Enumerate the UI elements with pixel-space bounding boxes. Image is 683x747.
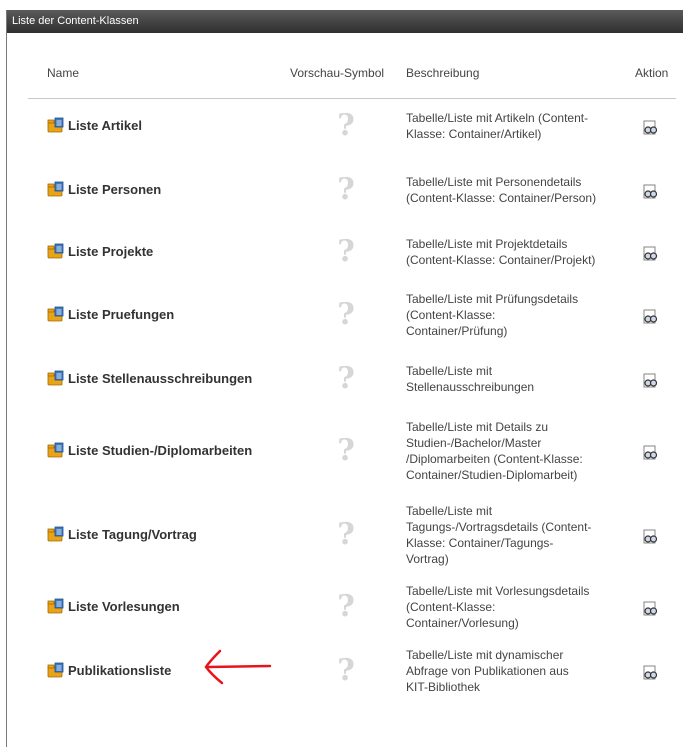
description-line: Abfrage von Publikationen aus <box>406 664 569 678</box>
content-class-description: Tabelle/Liste mit dynamischer Abfrage von… <box>406 647 638 695</box>
description-line: Tabelle/Liste mit dynamischer <box>406 648 564 662</box>
content-class-name-label: Liste Stellenausschreibungen <box>68 370 253 386</box>
content-class-name-label: Publikationsliste <box>68 662 172 678</box>
description-line: Container/Vorlesung) <box>406 616 519 630</box>
content-class-name-label: Liste Vorlesungen <box>68 598 180 614</box>
view-action-icon[interactable] <box>642 529 658 545</box>
preview-symbol-placeholder: ? <box>337 653 355 688</box>
description-line: Tabelle/Liste mit Personendetails <box>406 175 582 189</box>
description-line: (Content-Klasse: Container/Person) <box>406 191 597 205</box>
folder-list-icon <box>47 243 64 259</box>
description-line: Klasse: Container/Artikel) <box>406 127 542 141</box>
description-line: Tabelle/Liste mit Details zu <box>406 420 549 434</box>
preview-symbol-placeholder: ? <box>337 589 355 624</box>
description-line: Tabelle/Liste mit Prüfungsdetails <box>406 292 579 306</box>
content-class-name-label: Liste Studien-/Diplomarbeiten <box>68 442 253 458</box>
content-class-name-label: Liste Projekte <box>68 243 154 259</box>
folder-list-icon <box>47 117 64 133</box>
content-class-description: Tabelle/Liste mit Prüfungsdetails (Conten… <box>406 291 638 339</box>
content-class-name-label: Liste Personen <box>68 181 162 197</box>
description-line: Vortrag) <box>406 552 449 566</box>
preview-symbol-placeholder: ? <box>337 433 355 468</box>
preview-symbol-placeholder: ? <box>337 172 355 207</box>
description-line: Tabelle/Liste mit Artikeln (Content- <box>406 111 589 125</box>
content-class-name-label: Liste Artikel <box>68 117 142 133</box>
column-header-preview: Vorschau-Symbol <box>290 66 385 80</box>
preview-symbol-placeholder: ? <box>337 517 355 552</box>
preview-symbol-placeholder: ? <box>337 297 355 332</box>
red-arrow-annotation <box>204 649 272 685</box>
folder-list-icon <box>47 598 64 614</box>
content-class-name[interactable]: Liste Projekte <box>47 243 153 259</box>
content-class-description: Tabelle/Liste mit Tagungs-/Vortragsdetail… <box>406 503 638 567</box>
content-class-name-label: Liste Pruefungen <box>68 306 175 322</box>
content-class-name[interactable]: Publikationsliste <box>47 662 171 678</box>
content-class-name[interactable]: Liste Stellenausschreibungen <box>47 370 252 386</box>
description-line: Studien-/Bachelor/Master <box>406 436 542 450</box>
folder-list-icon <box>47 526 64 542</box>
content-class-name[interactable]: Liste Pruefungen <box>47 306 174 322</box>
content-class-description: Tabelle/Liste mit Vorlesungsdetails (Cont… <box>406 583 638 631</box>
description-line: (Content-Klasse: <box>406 600 496 614</box>
content-class-panel: Liste der Content-Klassen Name Vorschau-… <box>6 10 683 747</box>
content-class-description: Tabelle/Liste mit Stellenausschreibungen <box>406 363 638 395</box>
description-line: Tagungs-/Vortragsdetails (Content- <box>406 520 592 534</box>
view-action-icon[interactable] <box>642 445 658 461</box>
column-header-action: Aktion <box>635 66 669 80</box>
view-action-icon[interactable] <box>642 373 658 389</box>
description-line: Tabelle/Liste mit <box>406 504 493 518</box>
description-line: Tabelle/Liste mit <box>406 364 493 378</box>
folder-list-icon <box>47 181 64 197</box>
folder-list-icon <box>47 306 64 322</box>
column-header-description: Beschreibung <box>406 66 480 80</box>
description-line: Klasse: Container/Tagungs- <box>406 536 554 550</box>
preview-symbol-placeholder: ? <box>337 234 355 269</box>
view-action-icon[interactable] <box>642 601 658 617</box>
header-divider <box>28 98 676 99</box>
view-action-icon[interactable] <box>642 246 658 262</box>
view-action-icon[interactable] <box>642 184 658 200</box>
content-class-name[interactable]: Liste Studien-/Diplomarbeiten <box>47 442 252 458</box>
column-header-name: Name <box>47 66 80 80</box>
preview-symbol-placeholder: ? <box>337 361 355 396</box>
description-line: (Content-Klasse: Container/Projekt) <box>406 253 596 267</box>
content-class-description: Tabelle/Liste mit Details zu Studien-/Bac… <box>406 419 638 483</box>
description-line: Stellenausschreibungen <box>406 380 535 394</box>
view-action-icon[interactable] <box>642 120 658 136</box>
folder-list-icon <box>47 370 64 386</box>
folder-list-icon <box>47 442 64 458</box>
view-action-icon[interactable] <box>642 309 658 325</box>
panel-title: Liste der Content-Klassen <box>7 10 683 33</box>
content-class-name[interactable]: Liste Artikel <box>47 117 142 133</box>
content-class-name[interactable]: Liste Personen <box>47 181 161 197</box>
content-class-name[interactable]: Liste Vorlesungen <box>47 598 180 614</box>
description-line: /Diplomarbeiten (Content-Klasse: <box>406 452 583 466</box>
description-line: Tabelle/Liste mit Projektdetails <box>406 237 568 251</box>
content-class-description: Tabelle/Liste mit Projektdetails (Content… <box>406 236 638 268</box>
description-line: Container/Studien-Diplomarbeit) <box>406 468 578 482</box>
description-line: Tabelle/Liste mit Vorlesungsdetails <box>406 584 590 598</box>
content-class-description: Tabelle/Liste mit Artikeln (Content- Klas… <box>406 110 638 142</box>
preview-symbol-placeholder: ? <box>337 108 355 143</box>
content-class-description: Tabelle/Liste mit Personendetails (Conten… <box>406 174 638 206</box>
description-line: KIT-Bibliothek <box>406 680 481 694</box>
view-action-icon[interactable] <box>642 665 658 681</box>
content-class-name-label: Liste Tagung/Vortrag <box>68 526 197 542</box>
description-line: (Content-Klasse: <box>406 308 496 322</box>
content-class-name[interactable]: Liste Tagung/Vortrag <box>47 526 197 542</box>
folder-list-icon <box>47 662 64 678</box>
description-line: Container/Prüfung) <box>406 324 508 338</box>
